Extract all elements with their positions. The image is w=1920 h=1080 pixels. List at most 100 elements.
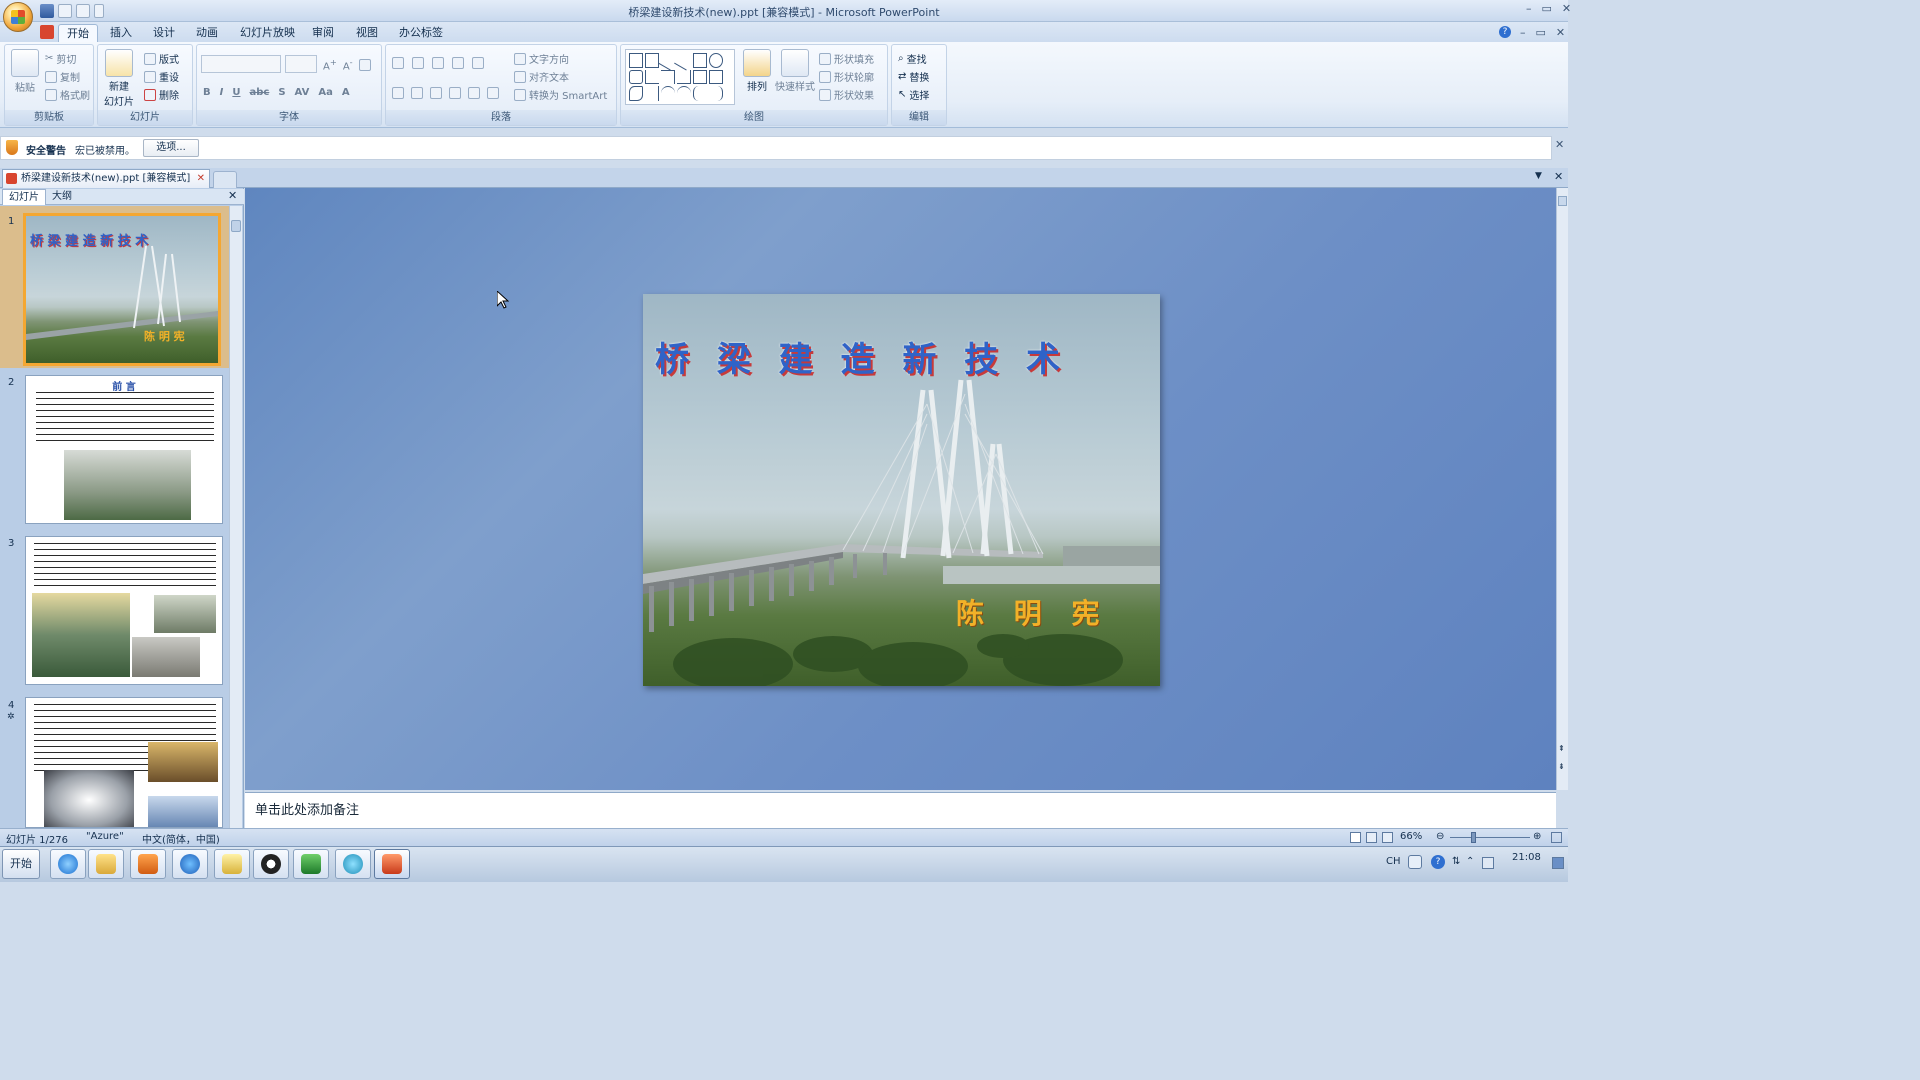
slide-sorter-view-icon[interactable] <box>1366 832 1377 843</box>
arrow-shape-icon[interactable] <box>674 50 694 71</box>
tray-clock[interactable]: 21:08 <box>1512 852 1541 863</box>
line-spacing-icon[interactable] <box>472 57 484 69</box>
close-icon[interactable]: ✕ <box>1562 2 1571 15</box>
editor-scroll-thumb[interactable] <box>1558 196 1567 206</box>
slide-author[interactable]: 陈 明 宪 <box>956 592 1110 632</box>
previous-slide-icon[interactable]: ⇞ <box>1558 744 1565 753</box>
text-direction-button[interactable]: 文字方向 <box>514 51 569 66</box>
maximize-icon[interactable]: ▭ <box>1542 2 1552 15</box>
elbow-arrow-shape-icon[interactable] <box>677 69 691 85</box>
taskbar-sogou-2[interactable] <box>335 849 371 879</box>
copy-button[interactable]: 复制 <box>45 69 80 84</box>
underline-icon[interactable]: U <box>232 87 240 98</box>
align-text-button[interactable]: 对齐文本 <box>514 69 569 84</box>
shadow-icon[interactable]: S <box>278 87 285 98</box>
shape-outline-button[interactable]: 形状轮廓 <box>819 69 874 84</box>
security-options-button[interactable]: 选项... <box>143 139 199 157</box>
paste-button[interactable]: 粘贴 <box>11 49 39 94</box>
align-center-icon[interactable] <box>411 87 423 99</box>
taskbar-qq[interactable] <box>253 849 289 879</box>
taskbar-powerpoint[interactable] <box>374 849 410 879</box>
replace-button[interactable]: ⇄ 替换 <box>898 69 929 84</box>
right-brace-shape-icon[interactable] <box>709 86 723 101</box>
taskbar-ie[interactable] <box>50 849 86 879</box>
slides-pane-scroll-thumb[interactable] <box>231 220 241 232</box>
zoom-slider[interactable] <box>1450 837 1530 838</box>
slide-thumbnail-1[interactable]: 桥 梁 建 造 新 技 术 陈 明 宪 <box>23 213 221 366</box>
italic-icon[interactable]: I <box>220 87 224 98</box>
slide-thumbnail-2[interactable]: 前 言 <box>25 375 223 524</box>
next-slide-icon[interactable]: ⇟ <box>1558 762 1565 771</box>
zoom-level[interactable]: 66% <box>1400 831 1422 842</box>
shrink-font-icon[interactable]: A- <box>343 57 353 72</box>
right-arrow-shape-icon[interactable] <box>693 69 707 85</box>
numbering-icon[interactable] <box>412 57 424 69</box>
lightning-shape-icon[interactable] <box>645 86 659 101</box>
bold-icon[interactable]: B <box>203 87 211 98</box>
triangle-shape-icon[interactable] <box>645 69 659 85</box>
security-close-icon[interactable]: ✕ <box>1555 138 1564 151</box>
slide-title[interactable]: 桥 梁 建 造 新 技 术 <box>655 332 1068 381</box>
current-slide[interactable]: 桥 梁 建 造 新 技 术 陈 明 宪 <box>643 294 1160 686</box>
strikethrough-icon[interactable]: abc <box>249 87 269 98</box>
elbow-shape-icon[interactable] <box>661 69 675 85</box>
new-tab-button[interactable] <box>213 171 237 188</box>
doc-restore-icon[interactable]: ▭ <box>1536 26 1546 39</box>
tab-insert[interactable]: 插入 <box>102 24 140 42</box>
help-icon[interactable]: ? <box>1499 26 1511 38</box>
tab-office-tab[interactable]: 办公标签 <box>391 24 451 42</box>
cut-button[interactable]: ✂ 剪切 <box>45 51 76 66</box>
freeform-shape-icon[interactable] <box>629 86 643 101</box>
taskbar-sogou[interactable] <box>172 849 208 879</box>
tab-outline[interactable]: 大纲 <box>46 189 78 205</box>
delete-slide-button[interactable]: 删除 <box>144 87 179 102</box>
tab-list-chevron-icon[interactable]: ▼ <box>1535 171 1542 181</box>
tab-slideshow[interactable]: 幻灯片放映 <box>232 24 303 42</box>
tab-slides[interactable]: 幻灯片 <box>2 189 46 205</box>
doc-close-icon[interactable]: ✕ <box>1556 26 1565 39</box>
select-button[interactable]: ↖ 选择 <box>898 87 929 102</box>
pane-close-icon[interactable]: ✕ <box>228 189 237 202</box>
tray-chevron-icon[interactable]: ⌃ <box>1466 856 1474 867</box>
tray-network-icon[interactable] <box>1482 857 1494 869</box>
char-spacing-icon[interactable]: AV <box>295 87 310 98</box>
taskbar-explorer[interactable] <box>88 849 124 879</box>
quick-styles-button[interactable]: 快速样式 <box>775 49 815 93</box>
format-painter-button[interactable]: 格式刷 <box>45 87 90 102</box>
rectangle-shape-icon[interactable] <box>693 53 707 68</box>
change-case-icon[interactable]: Aa <box>318 87 333 98</box>
zoom-out-icon[interactable]: ⊖ <box>1436 831 1444 842</box>
document-tab-close-icon[interactable]: ✕ <box>197 170 205 188</box>
clear-format-icon[interactable] <box>358 58 371 71</box>
curve-shape-icon[interactable] <box>677 86 691 101</box>
textbox-shape-icon[interactable] <box>629 53 643 68</box>
shapes-gallery[interactable] <box>625 49 735 105</box>
bullets-icon[interactable] <box>392 57 404 69</box>
slide-thumbnail-3[interactable] <box>25 536 223 685</box>
normal-view-icon[interactable] <box>1350 832 1361 843</box>
tabs-close-icon[interactable]: ✕ <box>1554 170 1563 183</box>
convert-smartart-button[interactable]: 转换为 SmartArt <box>514 87 607 102</box>
editor-scrollbar[interactable]: ⇞ ⇟ <box>1556 188 1568 790</box>
office-button[interactable] <box>3 2 33 32</box>
notes-pane[interactable]: 单击此处添加备注 <box>245 792 1556 828</box>
grow-font-icon[interactable]: A+ <box>323 57 337 72</box>
oval-shape-icon[interactable] <box>709 53 723 68</box>
increase-indent-icon[interactable] <box>452 57 464 69</box>
decrease-indent-icon[interactable] <box>432 57 444 69</box>
tray-arrows-icon[interactable]: ⇅ <box>1452 856 1460 867</box>
distribute-icon[interactable] <box>468 87 480 99</box>
align-left-icon[interactable] <box>392 87 404 99</box>
tray-keyboard-icon[interactable] <box>1408 855 1422 869</box>
zoom-slider-thumb[interactable] <box>1471 832 1476 843</box>
new-slide-button[interactable]: 新建 幻灯片 <box>104 49 134 108</box>
left-brace-shape-icon[interactable] <box>693 86 707 101</box>
font-color-icon[interactable]: A <box>342 87 350 98</box>
tab-review[interactable]: 审阅 <box>304 24 342 42</box>
font-size-select[interactable] <box>285 55 317 73</box>
find-button[interactable]: ⌕ 查找 <box>898 51 927 66</box>
start-button[interactable]: 开始 <box>2 849 40 879</box>
arrange-button[interactable]: 排列 <box>743 49 771 93</box>
zoom-in-icon[interactable]: ⊕ <box>1533 831 1541 842</box>
down-arrow-shape-icon[interactable] <box>709 69 723 85</box>
